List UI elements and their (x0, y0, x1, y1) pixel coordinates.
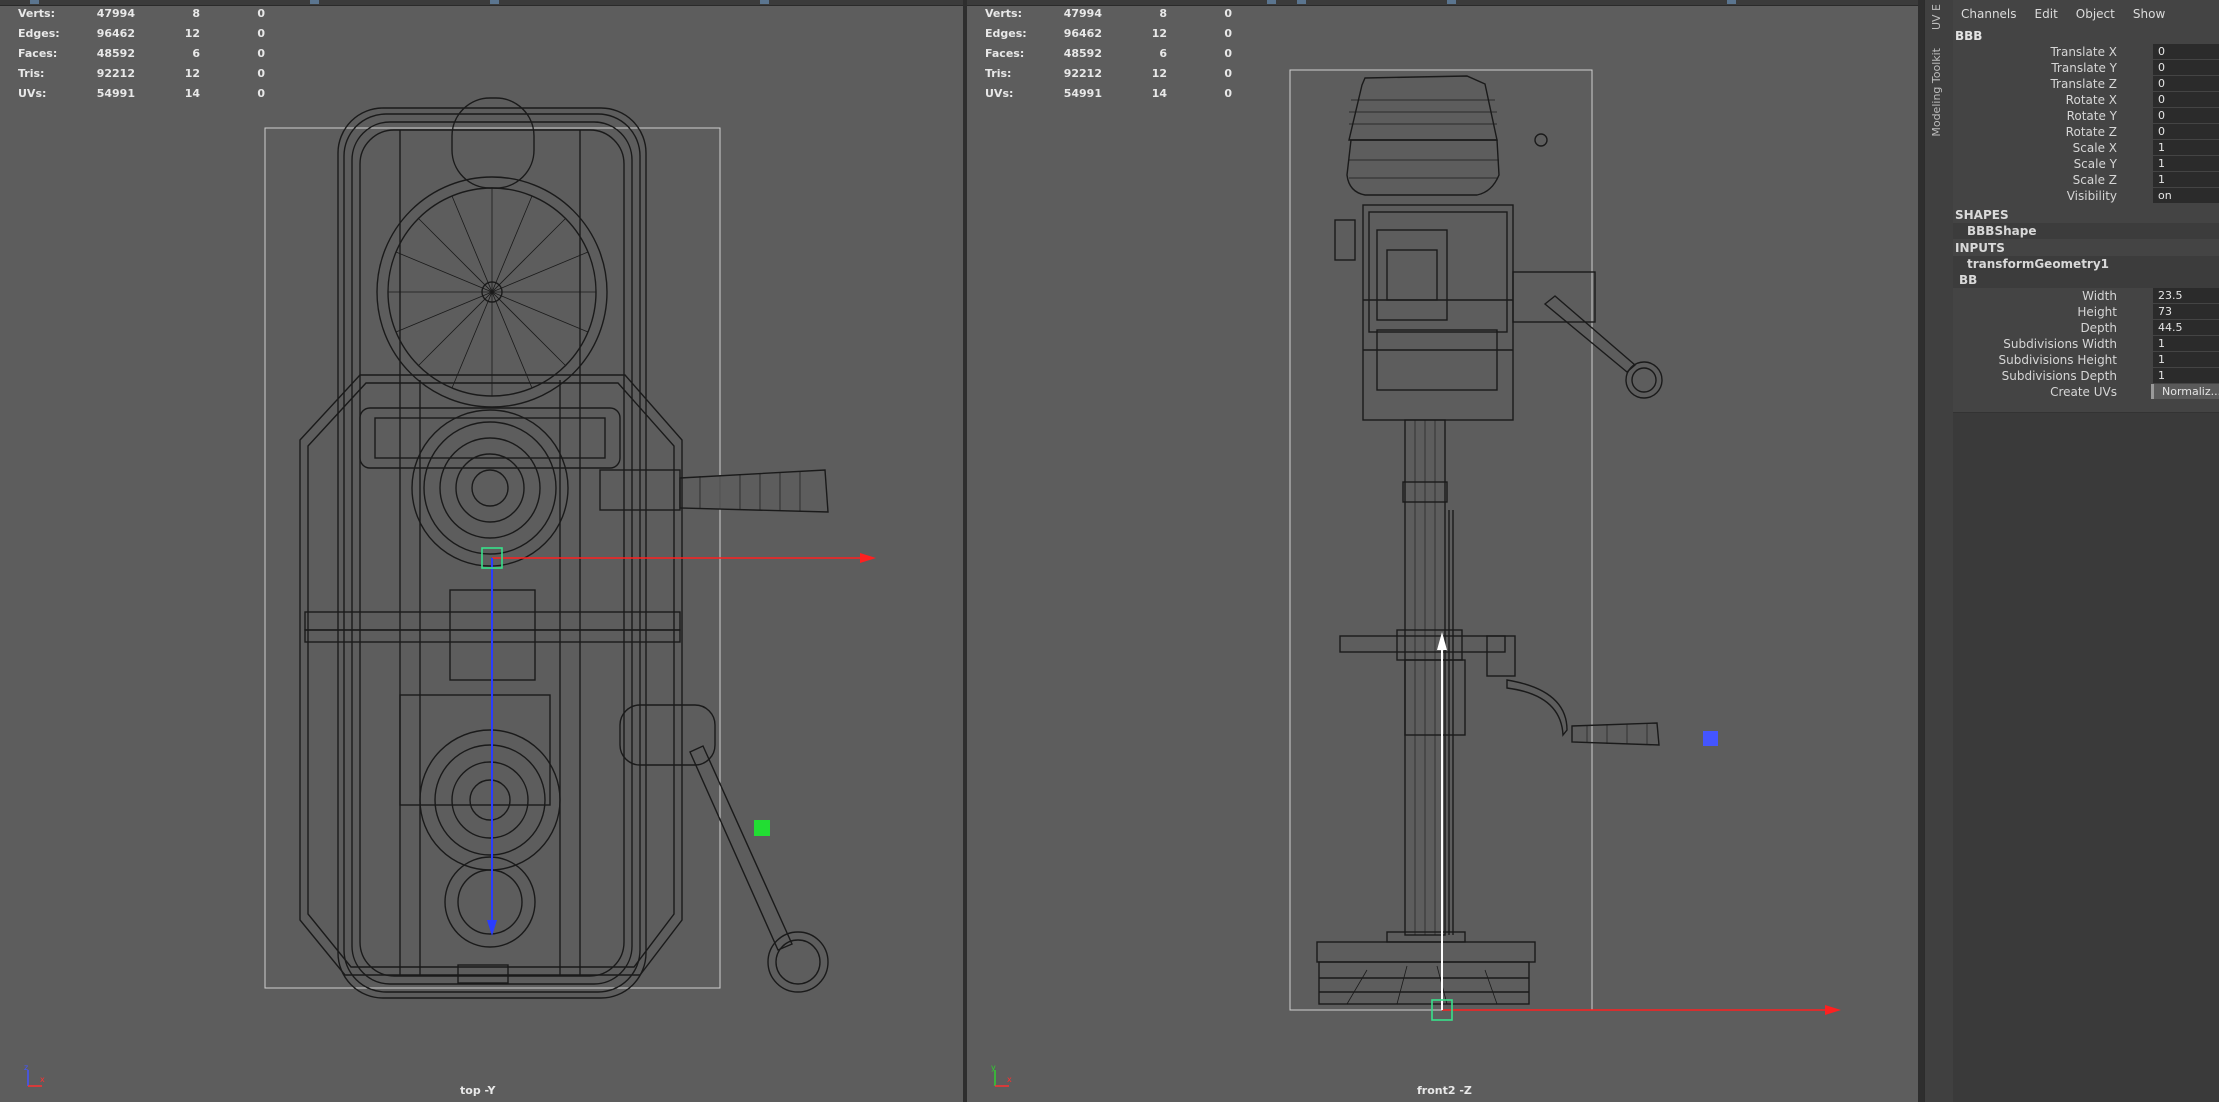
tab-uv-editor[interactable]: UV E (1930, 4, 1943, 30)
channel-value-field[interactable]: on (2153, 188, 2219, 203)
channel-value-field[interactable]: 0 (2153, 124, 2219, 139)
channel-value-field[interactable]: 0 (2153, 76, 2219, 91)
channel-rotate-x[interactable]: Rotate X 0 (1953, 92, 2219, 108)
channel-value-field[interactable]: 1 (2153, 368, 2219, 383)
channel-label: Rotate Z (2065, 125, 2117, 139)
channel-label: Scale X (2072, 141, 2117, 155)
input-node-bb[interactable]: BB (1953, 272, 2219, 288)
channel-value-field[interactable]: 0 (2153, 108, 2219, 123)
channel-translate-z[interactable]: Translate Z 0 (1953, 76, 2219, 92)
channel-scale-x[interactable]: Scale X 1 (1953, 140, 2219, 156)
channel-value-field[interactable]: 1 (2153, 156, 2219, 171)
channel-label: Rotate X (2065, 93, 2117, 107)
channel-label: Scale Y (2073, 157, 2117, 171)
menu-show[interactable]: Show (2133, 7, 2165, 21)
channel-label: Width (2082, 289, 2117, 303)
input-subdivisions-width[interactable]: Subdivisions Width 1 (1953, 336, 2219, 352)
channel-label: Scale Z (2072, 173, 2117, 187)
object-name[interactable]: BBB (1953, 28, 2219, 44)
pivot-handle-green[interactable] (754, 820, 770, 836)
input-width[interactable]: Width 23.5 (1953, 288, 2219, 304)
channel-visibility[interactable]: Visibility on (1953, 188, 2219, 204)
drill-press-wireframe-top[interactable] (0, 0, 963, 1102)
channel-label: Translate X (2050, 45, 2117, 59)
channel-label: Height (2077, 305, 2117, 319)
channel-value-field[interactable]: 23.5 (2153, 288, 2219, 303)
layer-editor-area[interactable] (1953, 412, 2219, 1102)
input-create-uvs[interactable]: Create UVs Normaliz... (1953, 384, 2219, 400)
svg-text:z: z (24, 1063, 28, 1072)
channel-label: Subdivisions Height (1998, 353, 2118, 367)
input-height[interactable]: Height 73 (1953, 304, 2219, 320)
channel-label: Translate Z (2050, 77, 2117, 91)
channel-scale-y[interactable]: Scale Y 1 (1953, 156, 2219, 172)
menu-edit[interactable]: Edit (2035, 7, 2058, 21)
menu-channels[interactable]: Channels (1961, 7, 2017, 21)
channel-scale-z[interactable]: Scale Z 1 (1953, 172, 2219, 188)
channel-rotate-z[interactable]: Rotate Z 0 (1953, 124, 2219, 140)
create-uvs-dropdown[interactable]: Normaliz... (2151, 384, 2219, 399)
side-tab-strip: UV E Modeling Toolkit (1924, 0, 1954, 1102)
channel-value-field[interactable]: 1 (2153, 336, 2219, 351)
tab-modeling-toolkit[interactable]: Modeling Toolkit (1930, 48, 1943, 137)
axis-gizmo-icon: x y (991, 1063, 1012, 1087)
channel-box-menu: Channels Edit Object Show (1953, 0, 2219, 28)
svg-text:x: x (1007, 1075, 1012, 1084)
channel-label: Create UVs (2050, 385, 2117, 399)
shape-node[interactable]: BBBShape (1953, 223, 2219, 239)
input-depth[interactable]: Depth 44.5 (1953, 320, 2219, 336)
channel-value-field[interactable]: 0 (2153, 60, 2219, 75)
input-subdivisions-depth[interactable]: Subdivisions Depth 1 (1953, 368, 2219, 384)
menu-object[interactable]: Object (2076, 7, 2115, 21)
channel-label: Depth (2080, 321, 2117, 335)
channel-label: Subdivisions Width (2003, 337, 2117, 351)
channel-rotate-y[interactable]: Rotate Y 0 (1953, 108, 2219, 124)
channel-value-field[interactable]: 1 (2153, 352, 2219, 367)
input-node-transform[interactable]: transformGeometry1 (1953, 256, 2219, 272)
channel-translate-y[interactable]: Translate Y 0 (1953, 60, 2219, 76)
move-manipulator-top[interactable] (481, 547, 876, 936)
channel-value-field[interactable]: 1 (2153, 140, 2219, 155)
channel-translate-x[interactable]: Translate X 0 (1953, 44, 2219, 60)
inputs-header: INPUTS (1955, 241, 2005, 255)
channel-value-field[interactable]: 0 (2153, 92, 2219, 107)
channel-label: Translate Y (2051, 61, 2117, 75)
channel-label: Subdivisions Depth (2001, 369, 2117, 383)
channel-value-field[interactable]: 0 (2153, 44, 2219, 59)
channel-value-field[interactable]: 44.5 (2153, 320, 2219, 335)
channel-label: Rotate Y (2066, 109, 2117, 123)
svg-text:y: y (991, 1063, 996, 1072)
svg-text:x: x (40, 1075, 45, 1084)
camera-label: front2 -Z (1417, 1084, 1472, 1097)
shapes-header: SHAPES (1955, 208, 2009, 222)
channel-box: Channels Edit Object Show BBB Translate … (1953, 0, 2219, 1102)
channel-value-field[interactable]: 1 (2153, 172, 2219, 187)
viewport-front[interactable]: Verts: 47994 8 0 Edges: 96462 12 0 Faces… (967, 0, 1924, 1102)
input-subdivisions-height[interactable]: Subdivisions Height 1 (1953, 352, 2219, 368)
viewport-top[interactable]: Verts: 47994 8 0 Edges: 96462 12 0 Faces… (0, 0, 963, 1102)
axis-gizmo-icon: x z (24, 1063, 45, 1087)
pivot-handle-blue[interactable] (1703, 731, 1718, 746)
camera-label: top -Y (460, 1084, 496, 1097)
channel-value-field[interactable]: 73 (2153, 304, 2219, 319)
drill-press-wireframe-front[interactable] (967, 0, 1924, 1102)
channel-label: Visibility (2066, 189, 2117, 203)
